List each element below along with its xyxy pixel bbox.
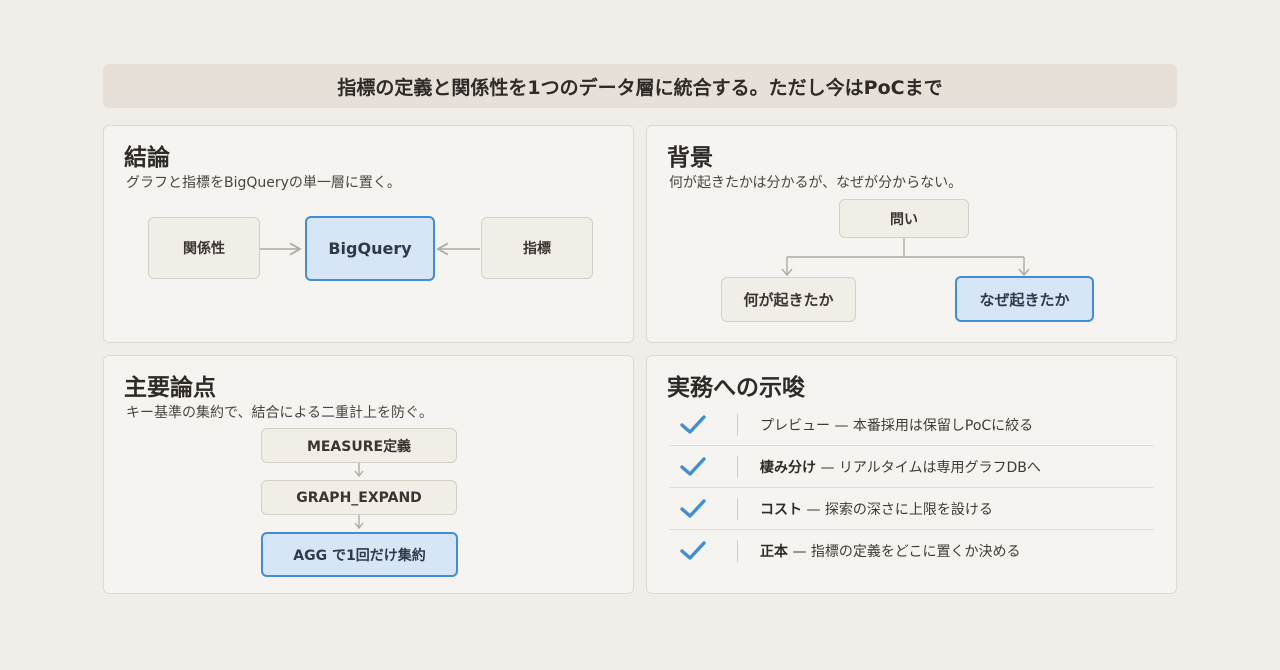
implication-text: — 指標の定義をどこに置くか決める xyxy=(788,544,1021,560)
check-icon xyxy=(669,414,717,436)
implications-title: 実務への示唆 xyxy=(667,375,805,401)
page-title-banner: 指標の定義と関係性を1つのデータ層に統合する。ただし今はPoCまで xyxy=(103,64,1177,108)
implication-row-source-of-truth: 正本 — 指標の定義をどこに置くか決める xyxy=(669,530,1154,572)
bigquery-box: BigQuery xyxy=(305,216,435,281)
question-box: 問い xyxy=(839,199,969,238)
implication-label: 正本 xyxy=(760,544,788,560)
check-icon xyxy=(669,498,717,520)
aggregate-once-step: AGG で1回だけ集約 xyxy=(261,532,458,577)
metrics-box: 指標 xyxy=(481,217,593,279)
relations-box: 関係性 xyxy=(148,217,260,279)
implication-text: — リアルタイムは専用グラフDBへ xyxy=(816,459,1041,476)
implication-label: 棲み分け xyxy=(760,459,816,476)
check-icon xyxy=(669,540,717,562)
implication-text: プレビュー — 本番採用は保留しPoCに絞る xyxy=(760,417,1034,434)
implication-row-cost: コスト — 探索の深さに上限を設ける xyxy=(669,488,1154,530)
measure-definition-step: MEASURE定義 xyxy=(261,428,457,463)
implication-label: コスト xyxy=(760,501,802,518)
key-points-card: 主要論点 キー基準の集約で、結合による二重計上を防ぐ。 MEASURE定義 GR… xyxy=(103,355,634,594)
implication-text: — 探索の深さに上限を設ける xyxy=(802,501,993,518)
what-happened-box: 何が起きたか xyxy=(721,277,856,322)
why-happened-box: なぜ起きたか xyxy=(955,276,1094,322)
check-icon xyxy=(669,456,717,478)
background-card: 背景 何が起きたかは分かるが、なぜが分からない。 問い 何が起きたか なぜ起きた… xyxy=(646,125,1177,343)
conclusion-card: 結論 グラフと指標をBigQueryの単一層に置く。 関係性 BigQuery … xyxy=(103,125,634,343)
implications-card: 実務への示唆 プレビュー — 本番採用は保留しPoCに絞る 棲み分け — リアル… xyxy=(646,355,1177,594)
implication-row-preview: プレビュー — 本番採用は保留しPoCに絞る xyxy=(669,404,1154,446)
implication-row-segregation: 棲み分け — リアルタイムは専用グラフDBへ xyxy=(669,446,1154,488)
graph-expand-step: GRAPH_EXPAND xyxy=(261,480,457,515)
